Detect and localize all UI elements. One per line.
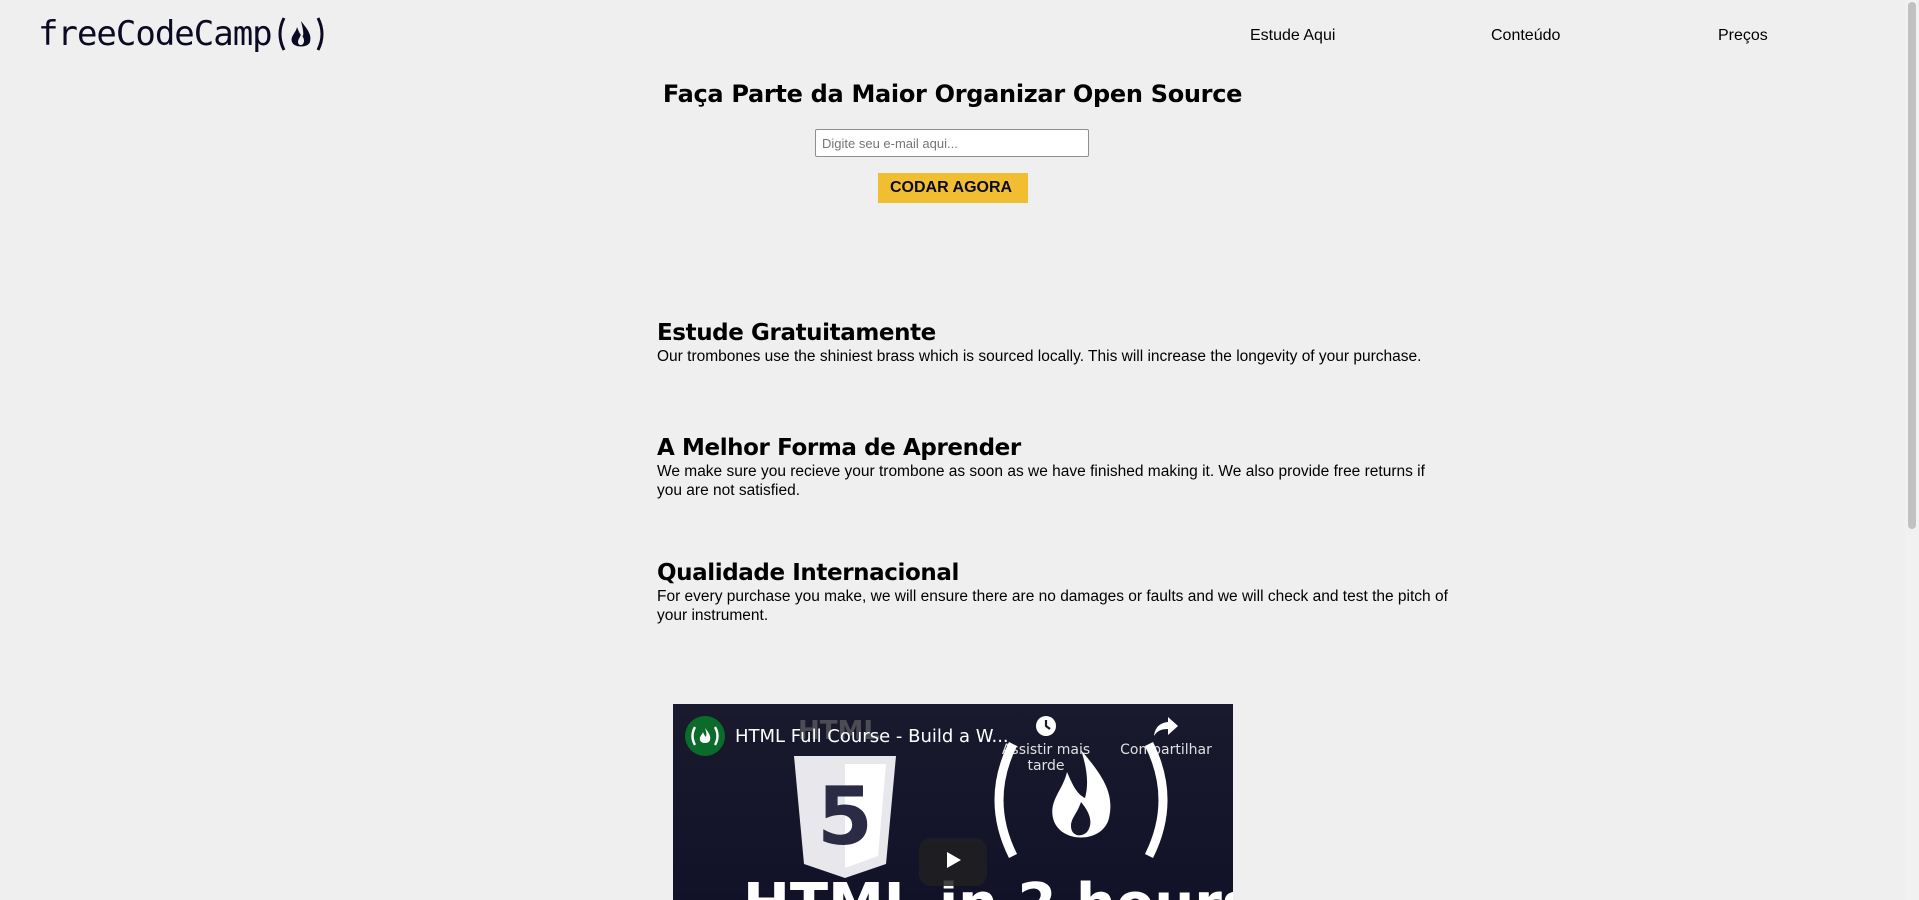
page-scrollbar[interactable]	[1905, 0, 1919, 900]
feature-estude-gratuitamente: Estude Gratuitamente Our trombones use t…	[657, 319, 1452, 366]
freecodecamp-big-logo	[991, 740, 1171, 865]
video-big-text: HTML in 2 hours	[743, 872, 1233, 900]
feature-text: For every purchase you make, we will ens…	[657, 588, 1448, 624]
hero-title: Faça Parte da Maior Organizar Open Sourc…	[662, 80, 1243, 108]
email-input[interactable]	[815, 129, 1089, 157]
flame-icon	[274, 14, 328, 54]
video-title[interactable]: HTML Full Course - Build a W...	[735, 726, 1009, 747]
play-button[interactable]	[919, 838, 987, 886]
video-embed[interactable]: HTML 5 HTML Full Course - Build a W... A…	[673, 704, 1233, 900]
play-icon	[943, 850, 963, 875]
feature-melhor-forma: A Melhor Forma de Aprender We make sure …	[657, 434, 1452, 500]
share-icon	[1106, 714, 1226, 742]
feature-text: We make sure you recieve your trombone a…	[657, 463, 1425, 499]
feature-qualidade-internacional: Qualidade Internacional For every purcha…	[657, 559, 1452, 625]
codar-agora-button[interactable]: CODAR AGORA	[878, 173, 1028, 203]
feature-title: Qualidade Internacional	[657, 560, 959, 586]
feature-text: Our trombones use the shiniest brass whi…	[657, 348, 1422, 365]
nav-link-estude-aqui[interactable]: Estude Aqui	[1250, 27, 1335, 45]
feature-title: A Melhor Forma de Aprender	[657, 435, 1021, 461]
nav-link-conteudo[interactable]: Conteúdo	[1491, 27, 1560, 45]
shield-number: 5	[817, 770, 873, 863]
logo[interactable]: freeCodeCamp	[38, 12, 328, 56]
scrollbar-thumb[interactable]	[1908, 2, 1916, 529]
page: freeCodeCamp Estude Aqui Conteúdo Preços…	[0, 0, 1905, 900]
channel-avatar[interactable]	[685, 716, 725, 756]
clock-icon	[986, 714, 1106, 742]
feature-title: Estude Gratuitamente	[657, 320, 936, 346]
logo-text: freeCodeCamp	[38, 14, 273, 54]
nav-link-precos[interactable]: Preços	[1718, 27, 1768, 45]
html5-shield-icon: 5	[790, 752, 900, 887]
